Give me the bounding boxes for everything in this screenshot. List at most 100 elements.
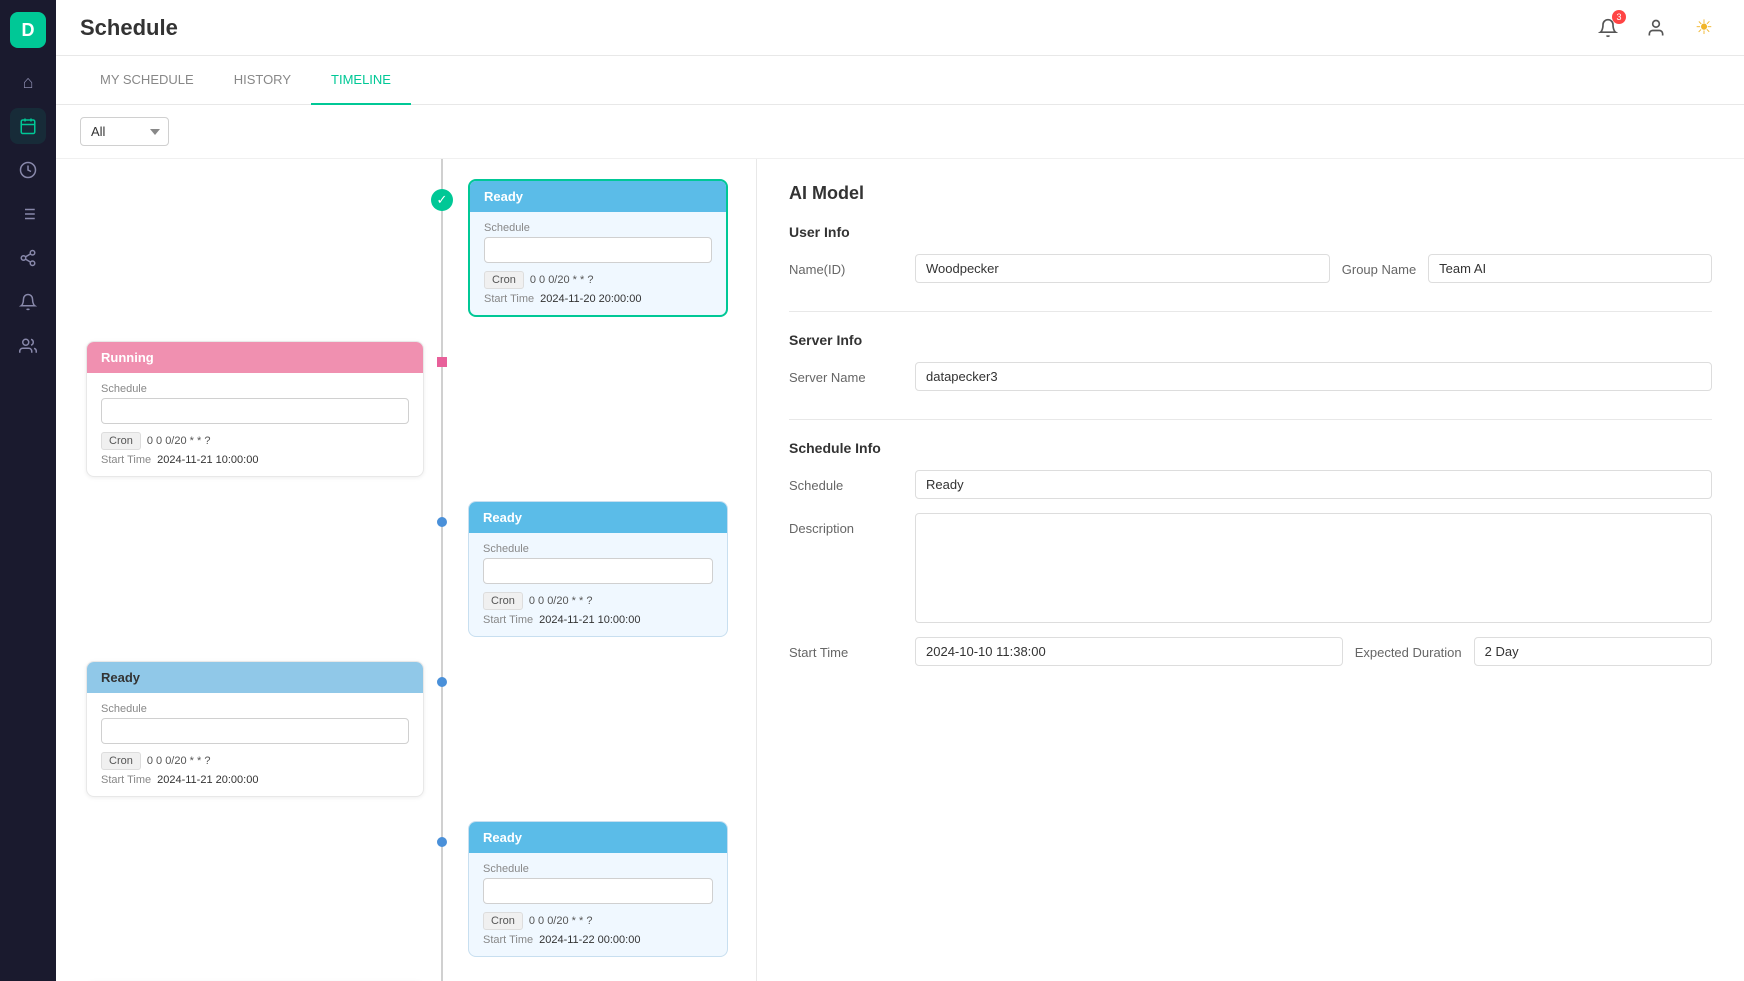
timeline-dot-5 [437,837,447,847]
server-info-title: Server Info [789,332,1712,348]
card-body-5: Schedule Cron 0 0 0/20 * * ? Start Time … [469,853,727,956]
page-title: Schedule [80,15,178,41]
timeline-item-1: ✓ Ready Schedule Cron 0 0 0/20 * * ? [56,179,756,317]
content-area: ✓ Ready Schedule Cron 0 0 0/20 * * ? [56,159,1744,981]
sidebar-item-notifications[interactable] [10,284,46,320]
timeline-dot-1: ✓ [431,189,453,211]
sidebar-item-schedule[interactable] [10,108,46,144]
sidebar-item-team[interactable] [10,328,46,364]
user-profile-button[interactable] [1640,12,1672,44]
sidebar-item-share[interactable] [10,240,46,276]
tab-my-schedule[interactable]: MY SCHEDULE [80,56,214,105]
sidebar: D ⌂ [0,0,56,981]
timeline-dot-2 [437,357,447,367]
sidebar-item-home[interactable]: ⌂ [10,64,46,100]
card-status-4: Ready [87,662,423,693]
timeline-card-right-5[interactable]: Ready Schedule Cron 0 0 0/20 * * ? Start… [468,821,728,957]
schedule-start-time-label: Start Time [789,637,899,660]
card-input-3[interactable] [483,558,713,584]
server-name-row: Server Name [789,362,1712,391]
timeline-item-5: Ready Schedule Cron 0 0 0/20 * * ? Start… [56,821,756,957]
card-start-label-2: Start Time [101,454,151,466]
name-id-input[interactable] [915,254,1330,283]
card-status-1: Ready [470,181,726,212]
schedule-time-fields: Expected Duration [915,637,1712,666]
name-id-fields: Group Name [915,254,1712,283]
theme-toggle-button[interactable]: ☀ [1688,12,1720,44]
timeline-dot-3 [437,517,447,527]
notification-badge: 3 [1612,10,1626,24]
timeline-card-right-1[interactable]: Ready Schedule Cron 0 0 0/20 * * ? Start… [468,179,728,317]
card-cron-badge-5: Cron [483,912,523,930]
description-textarea[interactable] [915,513,1712,623]
description-label: Description [789,513,899,536]
header: Schedule 3 ☀ [56,0,1744,56]
card-start-label-3: Start Time [483,614,533,626]
timeline-area: ✓ Ready Schedule Cron 0 0 0/20 * * ? [56,159,756,981]
card-cron-value-4: 0 0 0/20 * * ? [147,755,211,767]
card-start-value-5: 2024-11-22 00:00:00 [539,934,640,946]
tabs-bar: MY SCHEDULE HISTORY TIMELINE [56,56,1744,105]
timeline-dot-4 [437,677,447,687]
card-cron-badge-4: Cron [101,752,141,770]
card-label-5: Schedule [483,863,713,875]
timeline-card-left-4[interactable]: Ready Schedule Cron 0 0 0/20 * * ? Start… [86,661,424,797]
card-cron-badge-3: Cron [483,592,523,610]
notification-button[interactable]: 3 [1592,12,1624,44]
timeline-card-left-2[interactable]: Running Schedule Cron 0 0 0/20 * * ? Sta… [86,341,424,477]
card-cron-badge-1: Cron [484,271,524,289]
card-label-4: Schedule [101,703,409,715]
card-input-5[interactable] [483,878,713,904]
schedule-info-section: Schedule Info Schedule Description Start… [789,440,1712,666]
card-body-3: Schedule Cron 0 0 0/20 * * ? Start Time … [469,533,727,636]
timeline-card-right-3[interactable]: Ready Schedule Cron 0 0 0/20 * * ? Start… [468,501,728,637]
card-label-2: Schedule [101,383,409,395]
details-title: AI Model [789,183,1712,204]
card-status-3: Ready [469,502,727,533]
card-start-value-4: 2024-11-21 20:00:00 [157,774,258,786]
server-name-label: Server Name [789,362,899,385]
card-body-2: Schedule Cron 0 0 0/20 * * ? Start Time … [87,373,423,476]
name-id-label: Name(ID) [789,254,899,277]
card-cron-badge-2: Cron [101,432,141,450]
card-cron-value-3: 0 0 0/20 * * ? [529,595,593,607]
card-label-1: Schedule [484,222,712,234]
card-input-4[interactable] [101,718,409,744]
sidebar-item-list[interactable] [10,196,46,232]
server-info-section: Server Info Server Name [789,332,1712,391]
card-input-2[interactable] [101,398,409,424]
details-panel: AI Model User Info Name(ID) Group Name [756,159,1744,981]
card-cron-value-2: 0 0 0/20 * * ? [147,435,211,447]
sidebar-item-runs[interactable] [10,152,46,188]
user-info-name-row: Name(ID) Group Name [789,254,1712,283]
divider-2 [789,419,1712,420]
card-start-value-1: 2024-11-20 20:00:00 [540,293,641,305]
description-row: Description [789,513,1712,623]
card-start-value-3: 2024-11-21 10:00:00 [539,614,640,626]
group-name-input[interactable] [1428,254,1712,283]
schedule-label: Schedule [789,470,899,493]
schedule-value-input[interactable] [915,470,1712,499]
schedule-row: Schedule [789,470,1712,499]
tab-timeline[interactable]: TIMELINE [311,56,411,105]
card-cron-value-5: 0 0 0/20 * * ? [529,915,593,927]
filter-select[interactable]: All Running Ready Done [80,117,169,146]
header-actions: 3 ☀ [1592,12,1720,44]
user-info-section: User Info Name(ID) Group Name [789,224,1712,283]
page-body: MY SCHEDULE HISTORY TIMELINE All Running… [56,56,1744,981]
card-start-label-5: Start Time [483,934,533,946]
filter-row: All Running Ready Done [56,105,1744,159]
expected-duration-input[interactable] [1474,637,1712,666]
tab-history[interactable]: HISTORY [214,56,311,105]
schedule-start-time-input[interactable] [915,637,1343,666]
timeline-item-2: Running Schedule Cron 0 0 0/20 * * ? Sta… [56,341,756,477]
user-info-title: User Info [789,224,1712,240]
sidebar-logo[interactable]: D [10,12,46,48]
server-name-input[interactable] [915,362,1712,391]
schedule-info-title: Schedule Info [789,440,1712,456]
card-start-label-4: Start Time [101,774,151,786]
timeline-item-3: Ready Schedule Cron 0 0 0/20 * * ? Start… [56,501,756,637]
card-input-1[interactable] [484,237,712,263]
card-label-3: Schedule [483,543,713,555]
group-name-label: Group Name [1342,254,1416,283]
